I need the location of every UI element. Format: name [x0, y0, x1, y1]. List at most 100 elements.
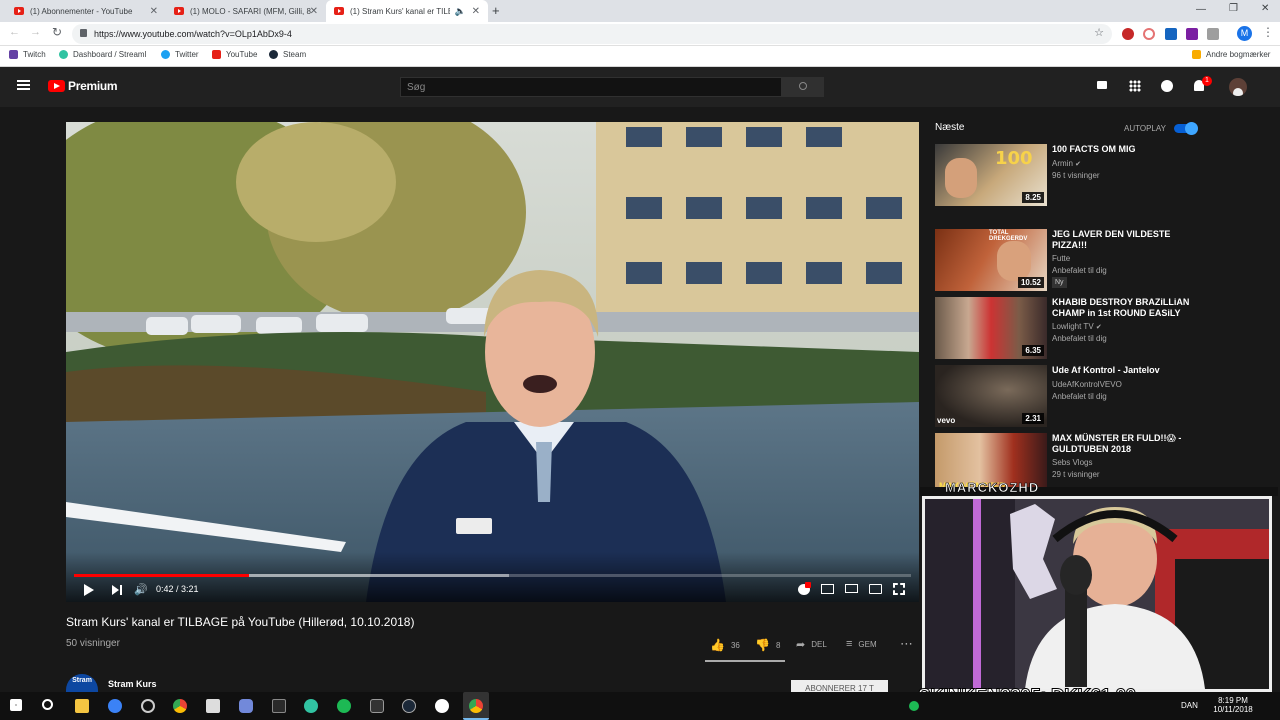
webcam-feed [925, 499, 1269, 689]
up-next-label: Næste [935, 122, 965, 133]
verified-icon: ✔ [1075, 161, 1081, 168]
dislike-button[interactable]: 👎 8 [755, 638, 780, 652]
minimize-icon[interactable]: — [1196, 4, 1206, 15]
miniplayer-icon[interactable] [821, 584, 834, 594]
discord-icon[interactable] [239, 699, 253, 713]
thumbs-down-icon: 👎 [755, 638, 770, 652]
youtube-favicon-icon [174, 7, 184, 15]
reload-icon[interactable]: ↻ [52, 25, 62, 39]
streamlabs-icon[interactable] [304, 699, 318, 713]
calculator-icon[interactable] [206, 699, 220, 713]
user-avatar[interactable] [1229, 78, 1247, 96]
obs-icon[interactable] [435, 699, 449, 713]
app-icon[interactable] [370, 699, 384, 713]
view-count: 50 visninger [66, 638, 120, 649]
recommended-video[interactable]: TOTAL DREKGERDV 10.52 JEG LAVER DEN VILD… [935, 229, 1205, 293]
address-bar[interactable]: https://www.youtube.com/watch?v=OLp1AbDx… [72, 24, 1112, 44]
close-tab-icon[interactable]: ✕ [310, 6, 318, 17]
theater-mode-icon[interactable] [845, 584, 858, 593]
extension-icon[interactable] [1122, 28, 1134, 40]
clock[interactable]: 8:19 PM 10/11/2018 [1208, 696, 1258, 714]
video-frame [66, 122, 919, 602]
browser-tab-active[interactable]: (1) Stram Kurs' kanal er TILBA 🔈 ✕ [326, 0, 488, 22]
save-button[interactable]: ≡ GEM [846, 638, 877, 650]
create-video-icon[interactable] [1097, 81, 1107, 89]
close-tab-icon[interactable]: ✕ [472, 6, 480, 17]
close-window-icon[interactable]: ✕ [1261, 3, 1269, 14]
like-button[interactable]: 👍 36 [710, 638, 740, 652]
language-indicator[interactable]: DAN [1181, 701, 1198, 710]
play-icon[interactable] [84, 584, 94, 596]
youtube-premium-logo[interactable]: Premium [48, 79, 118, 93]
video-meta: 96 t visninger [1052, 171, 1100, 180]
time-display: 0:42 / 3:21 [156, 584, 199, 594]
windows-start-icon[interactable] [10, 699, 22, 711]
recommended-video[interactable]: 100 8.25 100 FACTS OM MIG Armin ✔ 96 t v… [935, 144, 1205, 208]
epic-games-icon[interactable] [272, 699, 286, 713]
extension-icon[interactable] [1165, 28, 1177, 40]
bookmark-label: Twitch [23, 50, 46, 59]
search-button[interactable] [782, 77, 824, 97]
bookmark-twitter[interactable]: Twitter [161, 50, 199, 59]
youtube-logo-icon [48, 80, 65, 92]
chrome-icon[interactable] [173, 699, 187, 713]
recommended-video[interactable]: 6.35 KHABIB DESTROY BRAZiLLiAN CHAMP in … [935, 297, 1205, 361]
video-duration: 8.25 [1022, 192, 1044, 203]
new-tab-button[interactable]: + [492, 3, 500, 18]
file-explorer-icon[interactable] [75, 699, 89, 713]
verified-icon: ✔ [1095, 324, 1102, 331]
bookmark-steam[interactable]: Steam [269, 50, 306, 59]
tab-title: (1) Stram Kurs' kanal er TILBA [350, 6, 450, 16]
browser-icon[interactable] [108, 699, 122, 713]
spotify-icon[interactable] [337, 699, 351, 713]
messages-icon[interactable] [1161, 80, 1173, 92]
save-label: GEM [858, 639, 877, 649]
tray-spotify-icon[interactable] [909, 701, 919, 711]
app-icon[interactable] [141, 699, 155, 713]
forward-icon[interactable]: → [30, 26, 41, 38]
twitch-extension-icon[interactable] [1186, 28, 1198, 40]
video-duration: 6.35 [1022, 345, 1044, 356]
steam-icon[interactable] [402, 699, 416, 713]
chrome-icon [469, 699, 483, 713]
bookmark-streamlabs[interactable]: Dashboard / Streaml [59, 50, 146, 59]
hamburger-menu-icon[interactable] [17, 80, 30, 82]
extension-icon[interactable] [1207, 28, 1219, 40]
channel-name[interactable]: Stram Kurs [108, 679, 157, 689]
chrome-active-taskbar[interactable] [463, 692, 489, 720]
video-player[interactable]: 🔊 0:42 / 3:21 [66, 122, 919, 602]
share-button[interactable]: ➦ DEL [796, 638, 827, 651]
clock-time: 8:19 PM [1218, 696, 1248, 705]
search-icon[interactable] [42, 699, 53, 710]
browser-tab[interactable]: (1) MOLO - SAFARI (MFM, Gilli, 8 ✕ [166, 0, 326, 22]
recommended-video[interactable]: vevo 2.31 Ude Af Kontrol - Jantelov UdeA… [935, 365, 1205, 429]
progress-bar[interactable] [74, 574, 911, 577]
other-bookmarks[interactable]: Andre bogmærker [1192, 50, 1270, 59]
browser-tab-strip: (1) Abonnementer - YouTube ✕ (1) MOLO - … [0, 0, 1280, 22]
close-tab-icon[interactable]: ✕ [150, 6, 158, 17]
next-video-icon[interactable] [112, 585, 119, 595]
search-input[interactable]: Søg [400, 77, 782, 97]
subscribe-button[interactable]: ABONNERER 17 T [791, 680, 888, 692]
youtube-icon [212, 50, 221, 59]
restore-icon[interactable]: ❐ [1229, 3, 1238, 14]
extension-icon[interactable] [1143, 28, 1155, 40]
bookmark-youtube[interactable]: YouTube [212, 50, 257, 59]
back-icon[interactable]: ← [9, 26, 20, 38]
bookmark-twitch[interactable]: Twitch [9, 50, 46, 59]
cast-icon[interactable] [869, 584, 882, 594]
profile-avatar[interactable]: M [1237, 26, 1252, 41]
video-meta: 29 t visninger [1052, 470, 1100, 479]
apps-grid-icon[interactable] [1129, 80, 1141, 92]
browser-tab[interactable]: (1) Abonnementer - YouTube ✕ [6, 0, 166, 22]
menu-kebab-icon[interactable]: ⋮ [1262, 25, 1274, 39]
channel-avatar[interactable]: Stram [66, 674, 98, 692]
video-title: Ude Af Kontrol - Jantelov [1052, 365, 1160, 375]
more-actions-icon[interactable]: ⋯ [900, 636, 913, 652]
share-label: DEL [811, 640, 827, 649]
bookmark-star-icon[interactable]: ☆ [1094, 26, 1104, 39]
autoplay-toggle[interactable] [1174, 122, 1198, 135]
volume-icon[interactable]: 🔊 [134, 583, 148, 596]
audio-playing-icon[interactable]: 🔈 [455, 6, 466, 17]
tab-title: (1) MOLO - SAFARI (MFM, Gilli, 8 [190, 6, 311, 16]
